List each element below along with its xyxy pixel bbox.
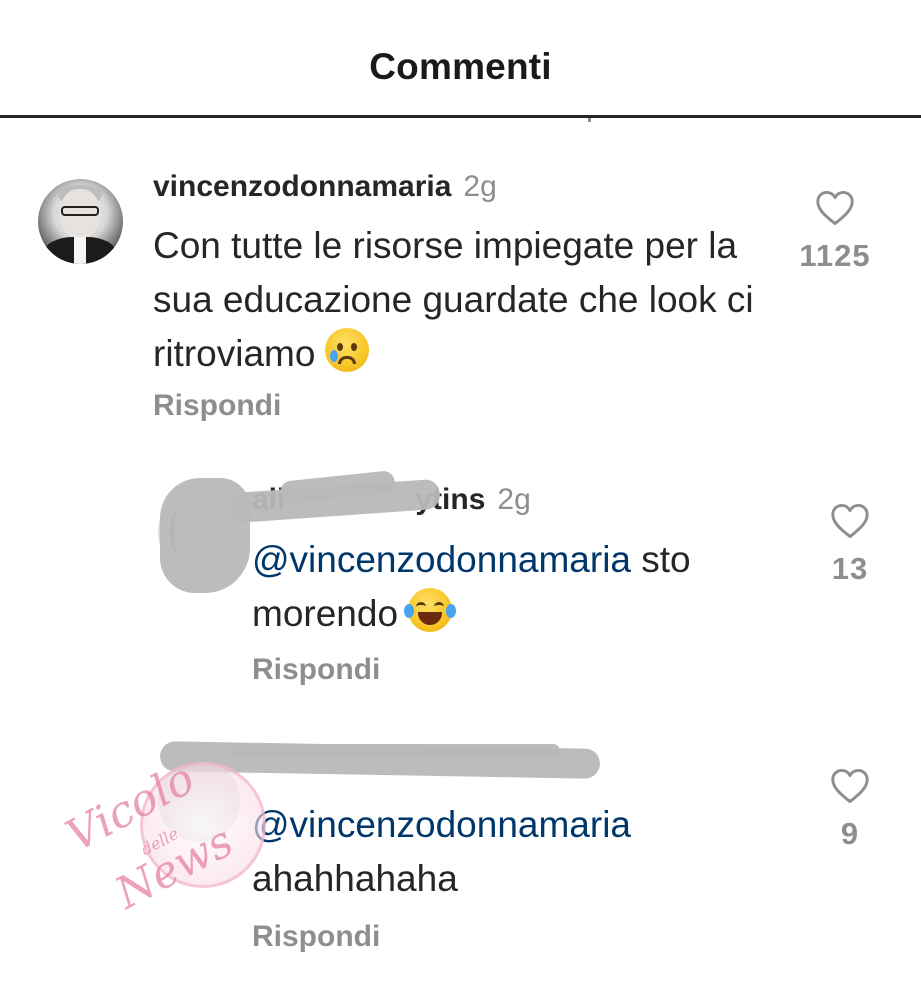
comment-text: Con tutte le risorse impiegate per la su… — [153, 219, 773, 381]
like-group: 13 — [795, 503, 905, 587]
comments-header: Commenti — [0, 0, 921, 118]
mention-link[interactable]: @vincenzodonnamaria — [252, 804, 631, 845]
like-count: 9 — [840, 816, 860, 851]
redaction-scribble — [230, 744, 560, 758]
comment-text: @vincenzodonnamaria ahahhahaha — [252, 798, 772, 906]
reply-button[interactable]: Rispondi — [252, 653, 380, 687]
like-group: 9 — [795, 768, 905, 852]
tears-of-joy-emoji-icon — [404, 588, 457, 632]
username-link[interactable]: vincenzodonnamaria — [153, 170, 451, 203]
header-divider-mark — [588, 118, 591, 122]
avatar[interactable] — [38, 179, 123, 264]
like-group: 1125 — [780, 190, 890, 274]
heart-icon[interactable] — [830, 768, 870, 804]
like-count: 13 — [831, 551, 869, 586]
crying-face-emoji-icon — [325, 328, 370, 372]
comment-time: 2g — [463, 170, 497, 203]
comment-text-content: ahahhahaha — [252, 858, 458, 899]
reply-button[interactable]: Rispondi — [153, 389, 281, 423]
reply-button[interactable]: Rispondi — [252, 920, 380, 954]
like-count: 1125 — [799, 238, 871, 273]
comment-text-content: morendo — [252, 593, 399, 634]
comment-time: 2g — [497, 483, 531, 516]
heart-icon[interactable] — [830, 503, 870, 539]
comment-text: @vincenzodonnamaria sto morendo — [252, 533, 772, 641]
mention-link[interactable]: @vincenzodonnamaria — [252, 539, 631, 580]
comment-text-content: Con tutte le risorse impiegate per la su… — [153, 225, 754, 374]
heart-icon[interactable] — [815, 190, 855, 226]
comment-username[interactable]: vincenzodonnamaria 2g — [153, 170, 497, 204]
comment-text-content: sto — [631, 539, 691, 580]
header-title: Commenti — [369, 46, 552, 87]
